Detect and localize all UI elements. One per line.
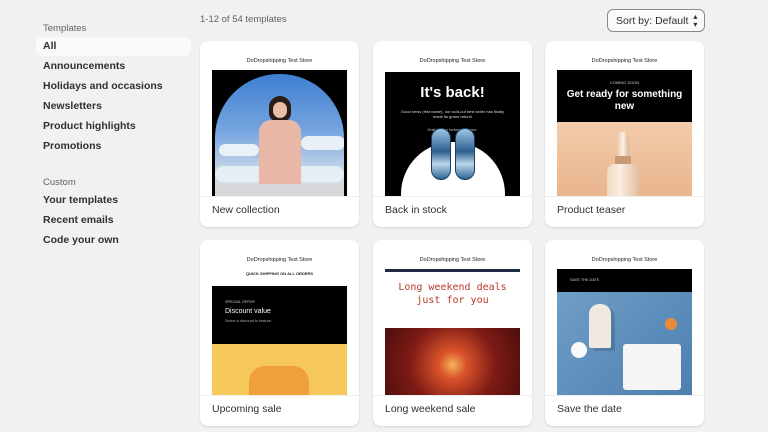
- template-preview: DoDropshipping Test Store QUICK SHIPPING…: [212, 251, 347, 395]
- template-card-save-the-date[interactable]: DoDropshipping Test Store SAVE THE DATE …: [545, 240, 704, 426]
- template-preview: DoDropshipping Test Store: [212, 52, 347, 196]
- template-card-back-in-stock[interactable]: DoDropshipping Test Store It's back! Goo…: [373, 41, 532, 227]
- sidebar-item-recent-emails[interactable]: Recent emails: [36, 211, 191, 230]
- sidebar-item-product-highlights[interactable]: Product highlights: [36, 117, 191, 136]
- store-name: DoDropshipping Test Store: [246, 58, 313, 64]
- preview-body: Good news (first name), our sold-out bes…: [400, 109, 505, 119]
- product-image: [431, 128, 451, 180]
- sidebar-item-holidays[interactable]: Holidays and occasions: [36, 77, 191, 96]
- preview-headline: Get ready for something new: [566, 89, 683, 112]
- preview-eyebrow: SPECIAL OFFER: [225, 300, 255, 304]
- template-title: Back in stock: [385, 204, 447, 216]
- preview-banner: QUICK SHIPPING ON ALL ORDERS: [245, 271, 314, 276]
- template-title: Upcoming sale: [212, 403, 282, 415]
- template-title: Long weekend sale: [385, 403, 476, 415]
- template-card-long-weekend-sale[interactable]: DoDropshipping Test Store Long weekend d…: [373, 240, 532, 426]
- template-title: Product teaser: [557, 204, 626, 216]
- sidebar-heading-templates: Templates: [43, 23, 87, 34]
- sidebar-item-promotions[interactable]: Promotions: [36, 137, 191, 156]
- chevron-up-down-icon: ▴ ▾: [693, 11, 698, 29]
- sidebar-item-announcements[interactable]: Announcements: [36, 57, 191, 76]
- sidebar-item-newsletters[interactable]: Newsletters: [36, 97, 191, 116]
- template-preview: DoDropshipping Test Store SAVE THE DATE: [557, 251, 692, 395]
- template-preview: DoDropshipping Test Store It's back! Goo…: [385, 52, 520, 196]
- sidebar-item-code-your-own[interactable]: Code your own: [36, 231, 191, 250]
- preview-subtext: Grab a new before it's gone.: [427, 127, 478, 132]
- sidebar: Templates All Announcements Holidays and…: [36, 22, 191, 250]
- template-card-new-collection[interactable]: DoDropshipping Test Store New collection: [200, 41, 359, 227]
- product-image: [212, 344, 347, 395]
- stationery-image: [557, 292, 692, 395]
- template-title: New collection: [212, 204, 280, 216]
- template-title: Save the date: [557, 403, 622, 415]
- sidebar-heading-custom: Custom: [43, 177, 76, 188]
- preview-headline: It's back!: [420, 84, 485, 101]
- fireworks-image: [385, 328, 520, 395]
- preview-body: Select a discount to feature.: [225, 319, 273, 323]
- store-name: DoDropshipping Test Store: [591, 58, 658, 64]
- sidebar-item-all[interactable]: All: [36, 37, 191, 56]
- template-preview: DoDropshipping Test Store Long weekend d…: [385, 251, 520, 395]
- preview-eyebrow: SAVE THE DATE: [570, 278, 600, 282]
- sidebar-item-your-templates[interactable]: Your templates: [36, 191, 191, 210]
- store-name: DoDropshipping Test Store: [591, 257, 658, 263]
- sort-button[interactable]: Sort by: Default ▴ ▾: [607, 9, 705, 32]
- preview-headline: Long weekend deals just for you: [398, 282, 507, 306]
- fashion-photo: [212, 70, 347, 196]
- preview-eyebrow: COMING SOON: [609, 80, 640, 85]
- template-card-product-teaser[interactable]: DoDropshipping Test Store COMING SOON Ge…: [545, 41, 704, 227]
- preview-headline: Discount value: [225, 308, 271, 315]
- sort-label: Sort by: Default: [616, 14, 689, 27]
- template-preview: DoDropshipping Test Store COMING SOON Ge…: [557, 52, 692, 196]
- store-name: DoDropshipping Test Store: [419, 58, 486, 64]
- template-card-upcoming-sale[interactable]: DoDropshipping Test Store QUICK SHIPPING…: [200, 240, 359, 426]
- template-count: 1-12 of 54 templates: [200, 14, 287, 25]
- store-name: DoDropshipping Test Store: [419, 257, 486, 263]
- store-name: DoDropshipping Test Store: [246, 257, 313, 263]
- product-image: [557, 122, 692, 196]
